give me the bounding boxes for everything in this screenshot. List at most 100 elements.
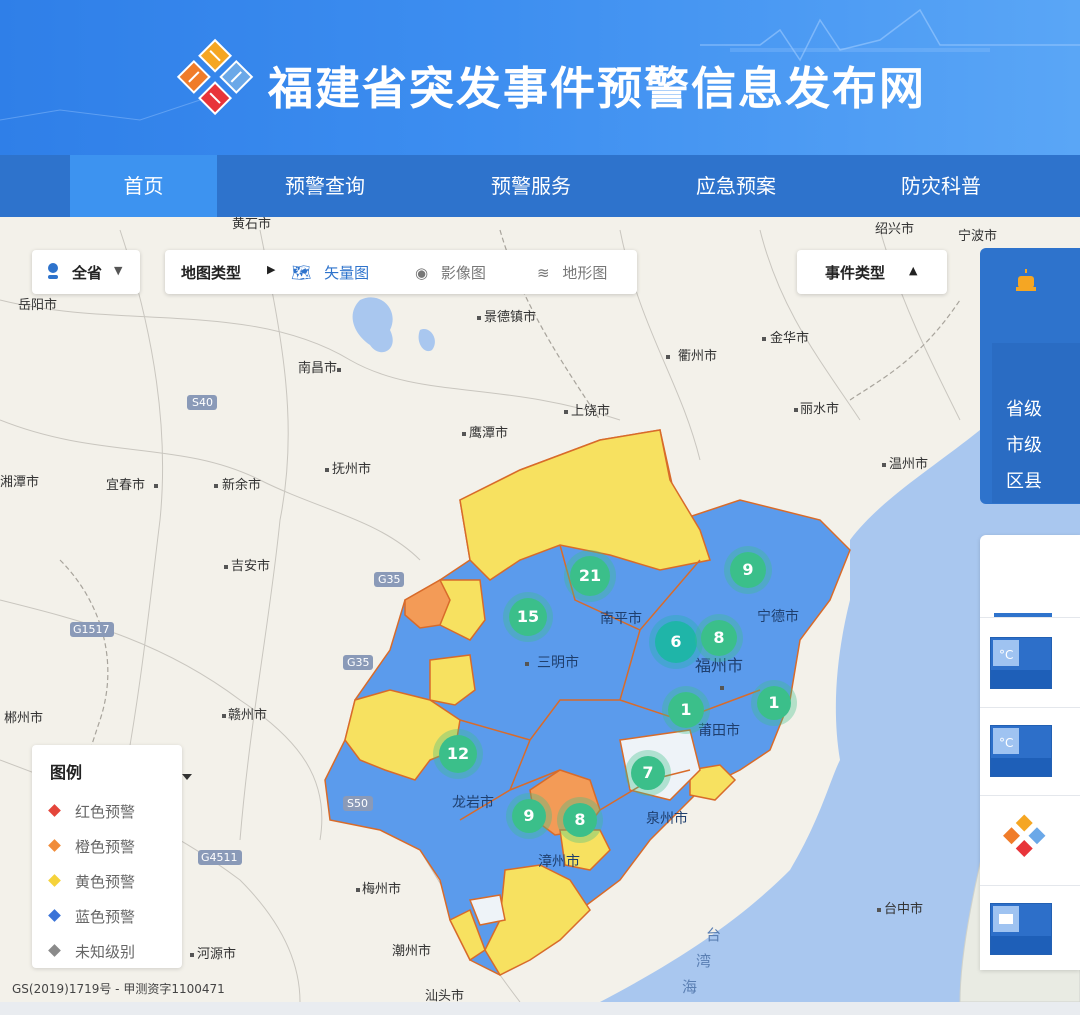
emblem-logo-icon <box>176 38 254 116</box>
city-label: 温州市 <box>889 456 928 472</box>
chevron-up-icon: ▲ <box>909 264 918 277</box>
warning-cluster[interactable]: 8 <box>701 620 737 656</box>
svg-text:海: 海 <box>682 978 697 996</box>
city-label: 台中市 <box>884 901 923 917</box>
legend-item-blue: 蓝色预警 <box>48 906 136 927</box>
legend-label: 橙色预警 <box>75 838 136 856</box>
main-nav: 首页 预警查询 预警服务 应急预案 防灾科普 <box>0 155 1080 217</box>
road-label: G1517 <box>73 623 110 636</box>
city-label: 绍兴市 <box>875 221 914 237</box>
level-row-province[interactable]: 省级 <box>1006 395 1042 421</box>
divider <box>980 795 1080 796</box>
city-label: 岳阳市 <box>18 297 57 313</box>
blue-cooling-warning-icon[interactable]: °C <box>990 725 1052 777</box>
alarm-icon <box>1016 269 1036 291</box>
legend-label: 蓝色预警 <box>75 908 136 926</box>
globe-icon: ◉ <box>415 264 429 282</box>
city-label: 宜春市 <box>106 477 145 493</box>
blue-frost-warning-icon[interactable] <box>990 903 1052 955</box>
legend-item-red: 红色预警 <box>48 801 136 822</box>
diamond-icon <box>48 909 61 922</box>
city-label: 河源市 <box>197 946 236 962</box>
warning-cluster[interactable]: 15 <box>509 598 547 636</box>
city-label: 郴州市 <box>4 710 43 726</box>
warning-cluster[interactable]: 9 <box>730 552 766 588</box>
city-label: 景德镇市 <box>484 309 536 325</box>
region-select[interactable]: 全省 ▼ <box>32 250 140 294</box>
city-label: 抚州市 <box>332 461 371 477</box>
svg-text:°C: °C <box>999 648 1013 662</box>
divider <box>980 707 1080 708</box>
map-type-image[interactable]: ◉ 影像图 <box>415 258 486 286</box>
city-label: 湘潭市 <box>0 474 39 490</box>
city-label: 南平市 <box>600 610 642 627</box>
diamond-icon <box>48 839 61 852</box>
svg-text:°C: °C <box>999 736 1013 750</box>
legend-label: 红色预警 <box>75 803 136 821</box>
city-label: 漳州市 <box>538 853 580 870</box>
city-label: 丽水市 <box>800 401 839 417</box>
warning-cluster[interactable]: 6 <box>655 621 697 663</box>
warning-cluster[interactable]: 7 <box>631 756 665 790</box>
lake <box>352 297 393 353</box>
nav-disaster-science[interactable]: 防灾科普 <box>866 155 1016 217</box>
city-label: 三明市 <box>537 654 579 671</box>
nav-emergency-plan[interactable]: 应急预案 <box>661 155 811 217</box>
region-label: 全省 <box>72 264 103 282</box>
nav-home[interactable]: 首页 <box>70 155 217 217</box>
diamond-icon <box>48 944 61 957</box>
city-label: 梅州市 <box>362 881 401 897</box>
city-label: 潮州市 <box>392 943 431 959</box>
level-row-county[interactable]: 区县 <box>1006 467 1042 493</box>
city-label: 吉安市 <box>231 558 270 574</box>
legend-item-orange: 橙色预警 <box>48 836 136 857</box>
terrain-map-label: 地形图 <box>562 264 608 282</box>
legend-label: 黄色预警 <box>75 873 136 891</box>
warning-list-panel: °C °C <box>980 535 1080 970</box>
svg-text:台: 台 <box>706 926 721 944</box>
city-label: 宁波市 <box>958 228 997 244</box>
map-copyright: GS(2019)1719号 - 甲测资字1100471 <box>12 982 225 996</box>
nav-warning-query[interactable]: 预警查询 <box>250 155 400 217</box>
road-label: S40 <box>192 396 213 409</box>
diamond-icon <box>48 874 61 887</box>
svg-text:湾: 湾 <box>696 952 711 970</box>
city-label: 上饶市 <box>571 403 610 419</box>
location-icon <box>46 262 60 280</box>
blue-cooling-warning-icon[interactable]: °C <box>990 637 1052 689</box>
city-label: 泉州市 <box>646 810 688 827</box>
city-label: 新余市 <box>222 477 261 493</box>
warning-cluster[interactable]: 9 <box>512 799 546 833</box>
city-label: 南昌市 <box>298 360 337 376</box>
road-label: G35 <box>347 656 370 669</box>
road-label: S50 <box>347 797 368 810</box>
level-row-city[interactable]: 市级 <box>1006 431 1042 457</box>
image-map-label: 影像图 <box>440 264 486 282</box>
chevron-down-icon: ▼ <box>114 264 123 277</box>
event-type-select[interactable]: 事件类型 ▲ <box>797 250 947 294</box>
warning-cluster[interactable]: 8 <box>563 803 597 837</box>
legend-label: 未知级别 <box>75 943 136 961</box>
city-label: 龙岩市 <box>452 794 494 811</box>
map-legend: 图例 红色预警 橙色预警 黄色预警 蓝色预警 未知级别 <box>32 745 192 968</box>
nav-warning-service[interactable]: 预警服务 <box>456 155 606 217</box>
map-type-terrain[interactable]: ≋ 地形图 <box>537 258 607 286</box>
city-label: 赣州市 <box>228 707 267 723</box>
city-label: 汕头市 <box>425 988 464 1002</box>
city-label: 莆田市 <box>698 722 740 739</box>
warning-cluster[interactable]: 21 <box>570 556 610 596</box>
legend-item-unknown: 未知级别 <box>48 941 136 962</box>
emblem-logo-icon[interactable] <box>990 810 1050 870</box>
chevron-down-icon[interactable] <box>182 765 192 784</box>
warning-cluster[interactable]: 12 <box>439 735 477 773</box>
warning-cluster[interactable]: 1 <box>668 692 704 728</box>
city-label: 黄石市 <box>232 217 271 232</box>
site-header: 福建省突发事件预警信息发布网 <box>0 0 1080 155</box>
divider <box>980 617 1080 618</box>
city-label: 鹰潭市 <box>469 425 508 441</box>
level-table: 省级 市级 区县 <box>992 343 1080 503</box>
map-type-label: 地图类型 <box>181 264 242 282</box>
warning-cluster[interactable]: 1 <box>757 686 791 720</box>
caret-right-icon: ▶ <box>267 263 276 276</box>
map-type-vector[interactable]: 🗺 矢量图 <box>291 258 369 286</box>
